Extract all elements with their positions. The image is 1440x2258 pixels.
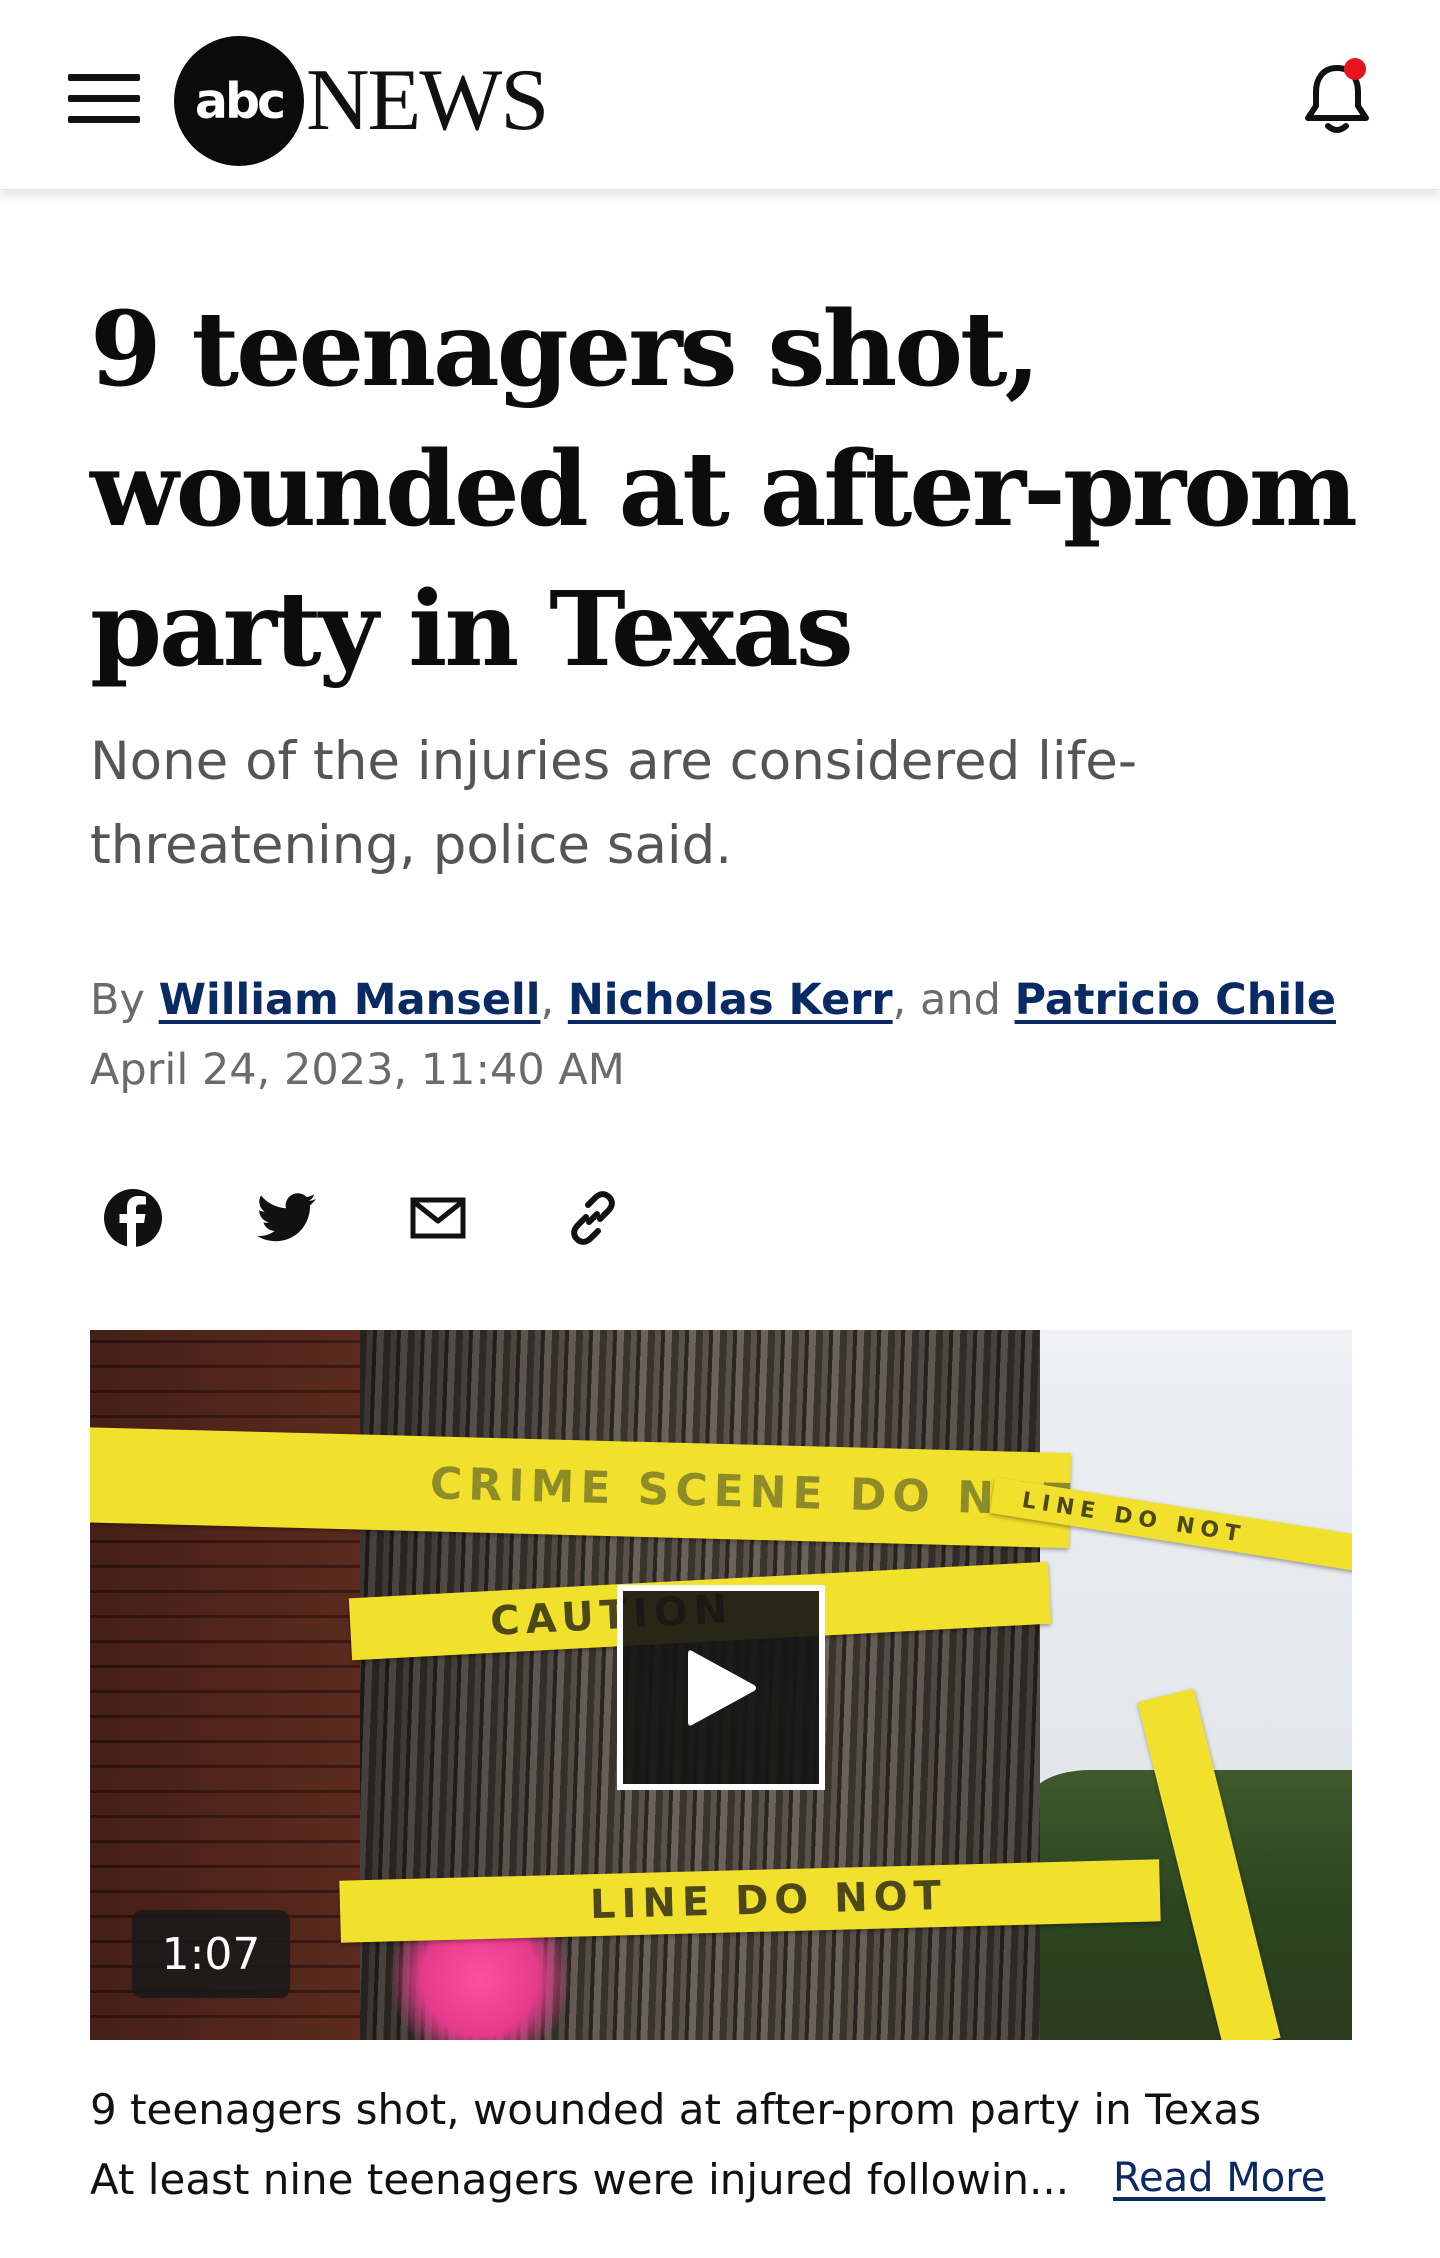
video-player[interactable]: CRIME SCENE DO NOT CROSS LINE DO NOT CAU…: [90, 1330, 1352, 2040]
article-headline: 9 teenagers shot, wounded at after-prom …: [90, 289, 1358, 690]
twitter-icon[interactable]: [254, 1185, 320, 1251]
author-link-patricio-chile[interactable]: Patricio Chile: [1015, 975, 1336, 1025]
email-icon[interactable]: [405, 1185, 471, 1251]
top-navigation-bar: abc NEWS: [0, 0, 1440, 190]
author-link-william-mansell[interactable]: William Mansell: [159, 975, 541, 1025]
article-subheadline: None of the injuries are considered life…: [90, 731, 1137, 876]
hamburger-menu-icon[interactable]: [68, 74, 140, 124]
byline-separator: ,: [540, 975, 568, 1025]
author-link-nicholas-kerr[interactable]: Nicholas Kerr: [568, 975, 893, 1025]
byline: By William Mansell, Nicholas Kerr, and P…: [90, 970, 1390, 1030]
read-more-link[interactable]: Read More: [1113, 2148, 1325, 2208]
notification-dot: [1344, 58, 1366, 80]
play-button[interactable]: [617, 1585, 825, 1790]
play-icon: [688, 1649, 756, 1726]
video-caption-title: 9 teenagers shot, wounded at after-prom …: [90, 2085, 1262, 2134]
video-caption-description: At least nine teenagers were injured fol…: [90, 2155, 1070, 2204]
byline-prefix: By: [90, 975, 159, 1025]
video-duration-badge: 1:07: [132, 1910, 290, 1998]
abc-news-logo[interactable]: abc NEWS: [174, 36, 549, 166]
facebook-icon[interactable]: [100, 1185, 166, 1251]
copy-link-icon[interactable]: [560, 1185, 626, 1251]
publish-date: April 24, 2023, 11:40 AM: [90, 1045, 625, 1095]
abc-logo-circle: abc: [174, 36, 304, 166]
byline-separator-and: , and: [892, 975, 1015, 1025]
news-wordmark: NEWS: [306, 52, 549, 149]
